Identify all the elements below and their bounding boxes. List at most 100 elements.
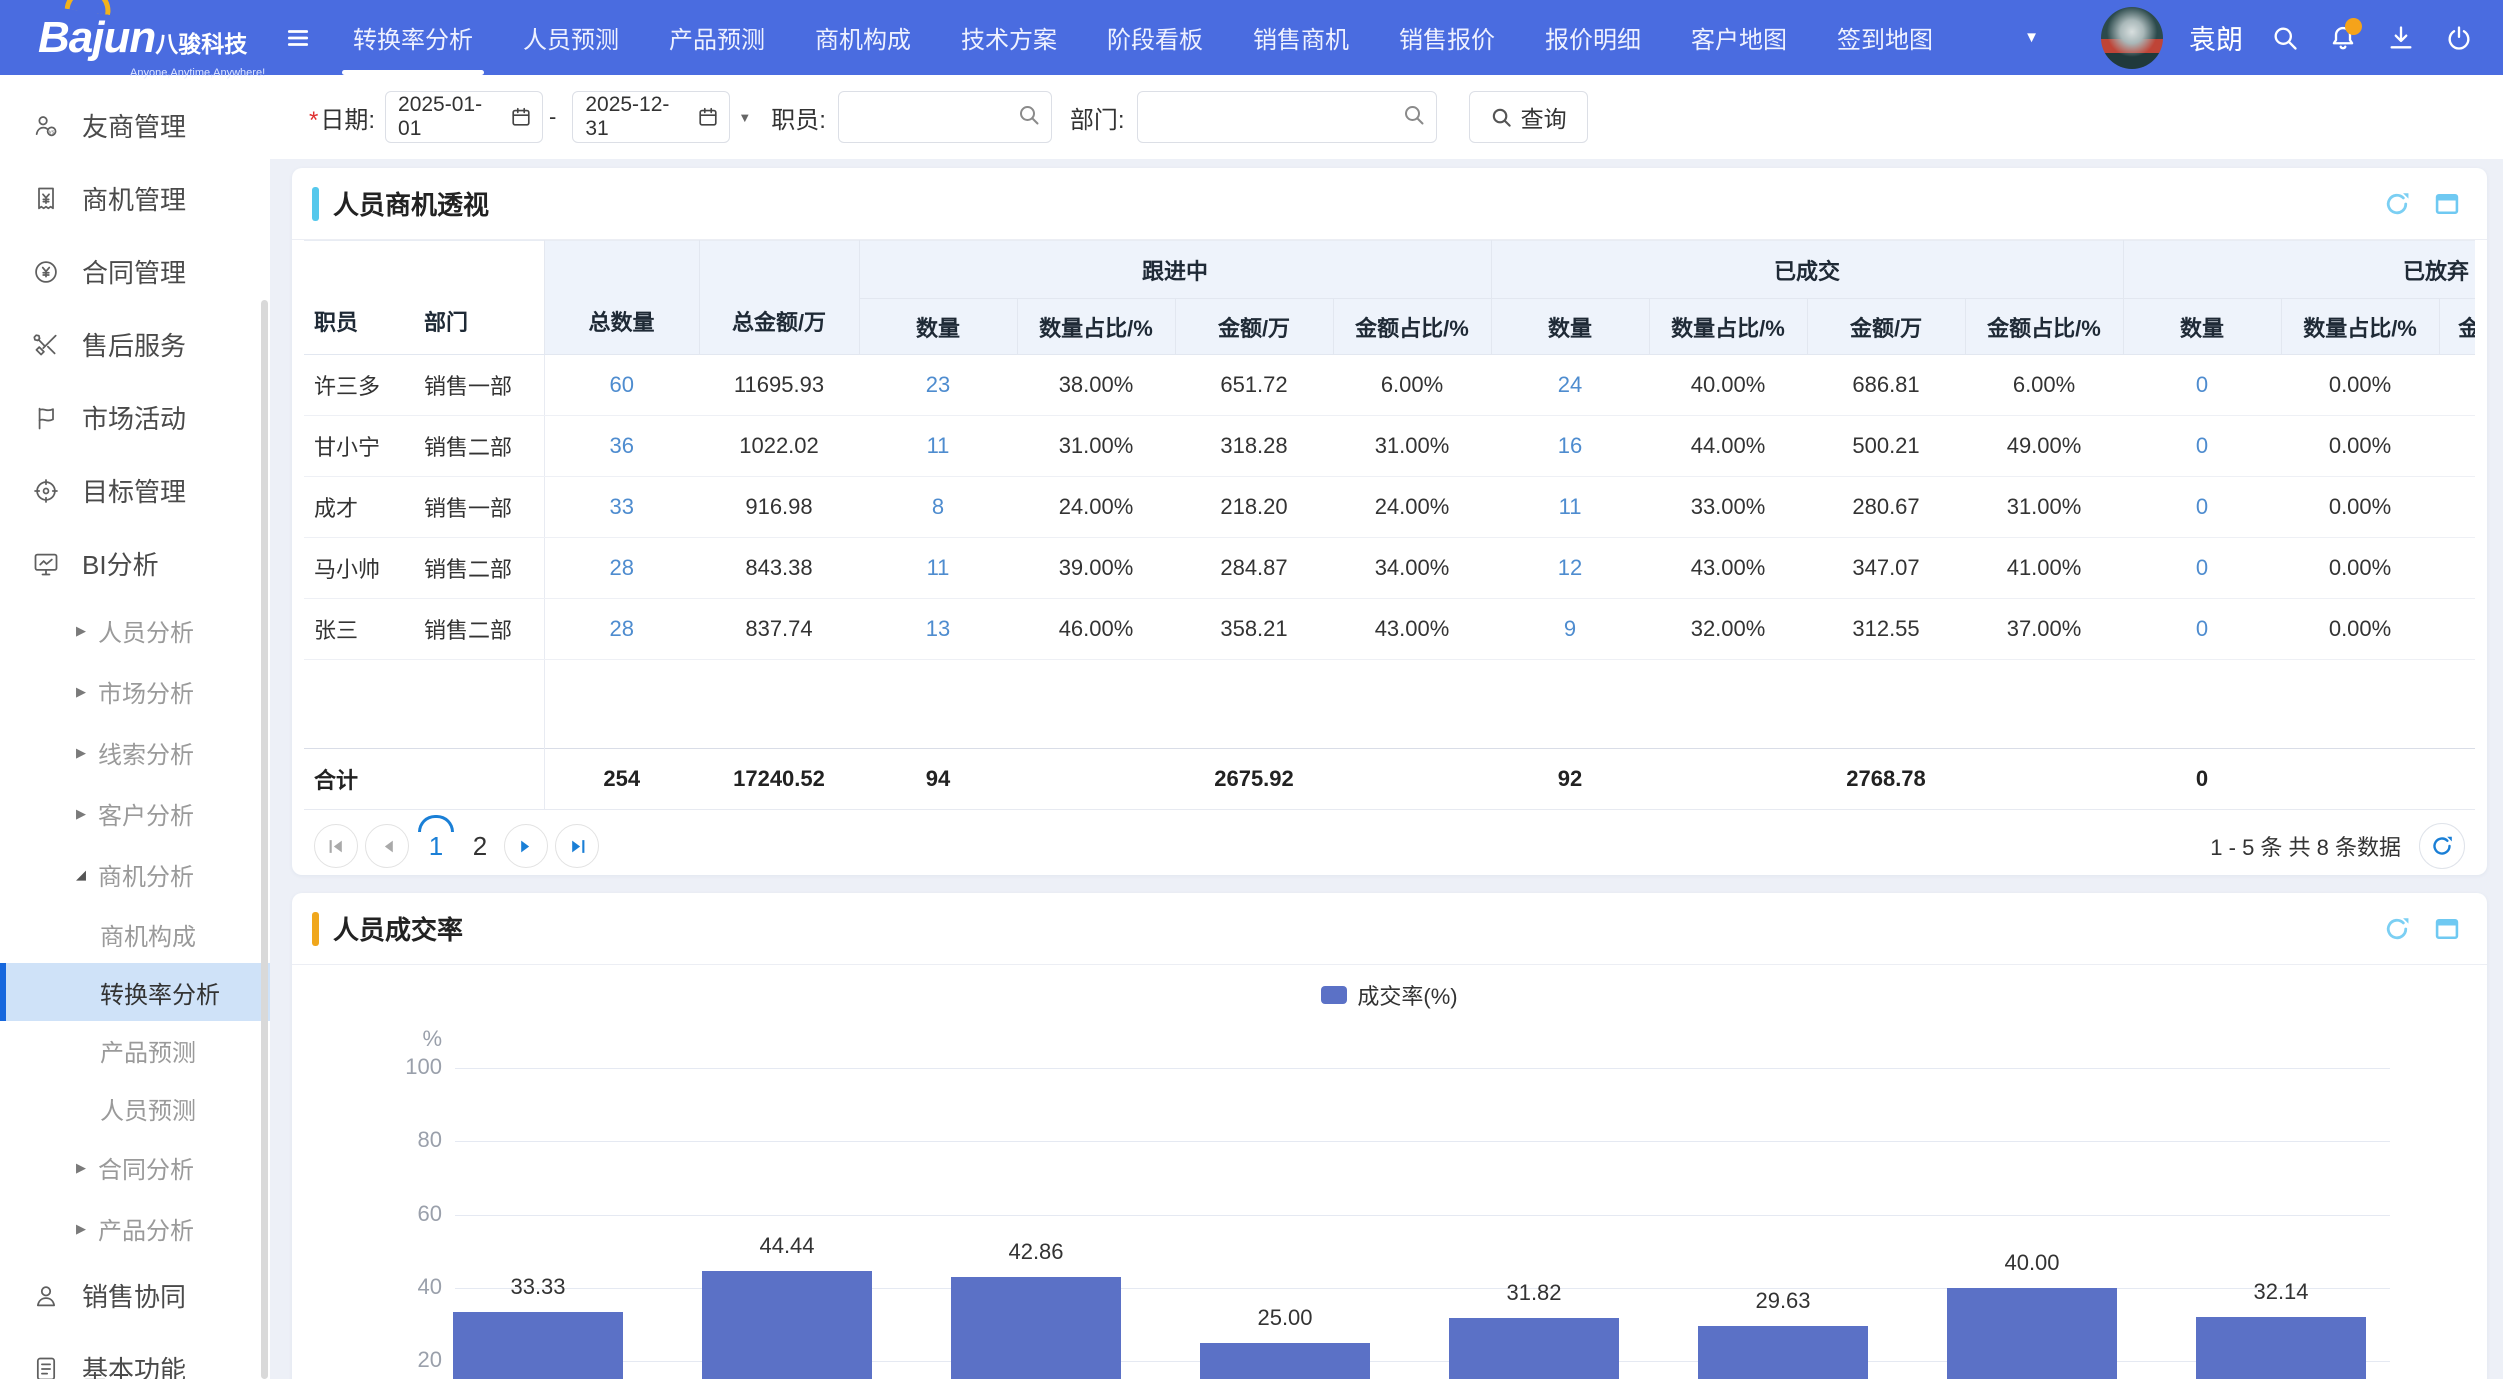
date-start-input[interactable]: 2025-01-01 <box>385 91 543 143</box>
power-icon[interactable] <box>2443 22 2475 54</box>
pager-page-2[interactable]: 2 <box>460 831 500 862</box>
total-count-link[interactable]: 33 <box>544 477 699 538</box>
following-count-link[interactable]: 8 <box>859 477 1017 538</box>
sidebar-item-13[interactable]: 商机构成 <box>0 905 270 963</box>
table-cell-name: 张三 <box>304 599 414 660</box>
nav-tab-4[interactable]: 商机构成 <box>790 0 936 75</box>
sidebar-item-20[interactable]: 基本功能 <box>0 1332 270 1379</box>
table-cell-w_amount: 500.21 <box>1807 416 1965 477</box>
total-count-link[interactable]: 60 <box>544 355 699 416</box>
nav-tab-1[interactable]: 转换率分析 <box>328 0 498 75</box>
column-header-total-count: 总数量 <box>544 241 699 355</box>
date-range-separator: - <box>549 104 556 130</box>
sidebar-item-19[interactable]: 销售协同 <box>0 1259 270 1332</box>
abandoned-count-link[interactable]: 0 <box>2123 538 2281 599</box>
column-header-name: 职员 <box>304 241 414 355</box>
column-group-1: 跟进中 <box>859 241 1491 299</box>
nav-tab-3[interactable]: 产品预测 <box>644 0 790 75</box>
won-count-link[interactable]: 11 <box>1491 477 1649 538</box>
following-count-link[interactable]: 23 <box>859 355 1017 416</box>
total-count-link[interactable]: 36 <box>544 416 699 477</box>
table-cell-dept: 销售二部 <box>414 416 544 477</box>
pager-first-button[interactable] <box>314 824 358 868</box>
following-count-link[interactable]: 13 <box>859 599 1017 660</box>
table-cell-total_amount: 11695.93 <box>699 355 859 416</box>
nav-tab-9[interactable]: 报价明细 <box>1520 0 1666 75</box>
sidebar-item-3[interactable]: 合同管理 <box>0 235 270 308</box>
nav-tab-6[interactable]: 阶段看板 <box>1082 0 1228 75</box>
sidebar-item-18[interactable]: ▶产品分析 <box>0 1198 270 1259</box>
nav-tab-11[interactable]: 签到地图 <box>1812 0 1958 75</box>
sidebar-scrollbar[interactable] <box>261 300 268 1379</box>
sidebar-item-1[interactable]: vs 友商管理 <box>0 89 270 162</box>
table-cell-a_count_pct: 0.00% <box>2281 599 2439 660</box>
nav-tab-10[interactable]: 客户地图 <box>1666 0 1812 75</box>
search-icon[interactable] <box>1402 103 1426 132</box>
table-scroll-container[interactable]: 职员部门总数量总金额/万跟进中已成交已放弃数量数量占比/%金额/万金额占比/%数… <box>304 240 2475 810</box>
abandoned-count-link[interactable]: 0 <box>2123 599 2281 660</box>
partner-icon: vs <box>32 112 60 140</box>
table-cell-f_amount: 318.28 <box>1175 416 1333 477</box>
table-cell-w_count_pct: 33.00% <box>1649 477 1807 538</box>
date-end-input[interactable]: 2025-12-31 <box>572 91 730 143</box>
panel-refresh-icon[interactable] <box>2383 915 2411 943</box>
column-subheader: 金额/万 <box>1807 299 1965 355</box>
download-icon[interactable] <box>2385 22 2417 54</box>
nav-tab-label: 人员预测 <box>523 20 619 55</box>
panel-refresh-icon[interactable] <box>2383 190 2411 218</box>
pager-next-button[interactable] <box>504 824 548 868</box>
y-axis-tick-label: 80 <box>292 1127 442 1153</box>
sidebar-item-4[interactable]: 售后服务 <box>0 308 270 381</box>
dept-search-input[interactable] <box>1148 92 1402 142</box>
user-avatar[interactable] <box>2101 7 2163 69</box>
pager-prev-button[interactable] <box>365 824 409 868</box>
nav-tab-7[interactable]: 销售商机 <box>1228 0 1374 75</box>
won-count-link[interactable]: 24 <box>1491 355 1649 416</box>
staff-search-input[interactable] <box>849 92 1017 142</box>
sidebar-item-14[interactable]: 转换率分析 <box>0 963 270 1021</box>
tabs-overflow-caret-icon[interactable]: ▼ <box>2024 29 2039 46</box>
following-count-link[interactable]: 11 <box>859 416 1017 477</box>
sidebar-item-5[interactable]: 市场活动 <box>0 381 270 454</box>
total-count-link[interactable]: 28 <box>544 538 699 599</box>
campaign-icon <box>32 404 60 432</box>
sidebar-item-label: 友商管理 <box>82 107 186 144</box>
panel-window-icon[interactable] <box>2433 915 2461 943</box>
table-cell-w_count_pct: 32.00% <box>1649 599 1807 660</box>
sidebar-item-2[interactable]: 商机管理 <box>0 162 270 235</box>
sidebar-item-8[interactable]: ▶人员分析 <box>0 600 270 661</box>
nav-tab-2[interactable]: 人员预测 <box>498 0 644 75</box>
nav-tab-5[interactable]: 技术方案 <box>936 0 1082 75</box>
abandoned-count-link[interactable]: 0 <box>2123 416 2281 477</box>
total-count-link[interactable]: 28 <box>544 599 699 660</box>
sidebar-item-label: 商机构成 <box>100 917 196 952</box>
chart-bar-value-label: 31.82 <box>1409 1280 1659 1306</box>
sidebar-item-17[interactable]: ▶合同分析 <box>0 1137 270 1198</box>
won-count-link[interactable]: 16 <box>1491 416 1649 477</box>
sidebar-item-6[interactable]: 目标管理 <box>0 454 270 527</box>
sidebar-item-12[interactable]: ◢商机分析 <box>0 844 270 905</box>
won-count-link[interactable]: 12 <box>1491 538 1649 599</box>
sidebar-item-15[interactable]: 产品预测 <box>0 1021 270 1079</box>
sidebar-item-11[interactable]: ▶客户分析 <box>0 783 270 844</box>
bell-icon[interactable] <box>2327 22 2359 54</box>
nav-tab-8[interactable]: 销售报价 <box>1374 0 1520 75</box>
pager-page-1[interactable]: 1 <box>416 831 456 862</box>
search-icon[interactable] <box>1017 103 1041 132</box>
panel-window-icon[interactable] <box>2433 190 2461 218</box>
query-button[interactable]: 查询 <box>1469 91 1588 143</box>
menu-icon[interactable] <box>268 0 328 75</box>
sidebar-item-7[interactable]: BI分析 <box>0 527 270 600</box>
following-count-link[interactable]: 11 <box>859 538 1017 599</box>
date-preset-caret-icon[interactable]: ▼ <box>738 110 751 125</box>
sidebar-item-9[interactable]: ▶市场分析 <box>0 661 270 722</box>
app-logo[interactable]: Bajun八骏科技 Anyone,Anytime,Anywhere! <box>0 0 268 75</box>
abandoned-count-link[interactable]: 0 <box>2123 477 2281 538</box>
pager-last-button[interactable] <box>555 824 599 868</box>
won-count-link[interactable]: 9 <box>1491 599 1649 660</box>
sidebar-item-16[interactable]: 人员预测 <box>0 1079 270 1137</box>
search-icon[interactable] <box>2269 22 2301 54</box>
sidebar-item-10[interactable]: ▶线索分析 <box>0 722 270 783</box>
abandoned-count-link[interactable]: 0 <box>2123 355 2281 416</box>
table-refresh-button[interactable] <box>2419 823 2465 869</box>
